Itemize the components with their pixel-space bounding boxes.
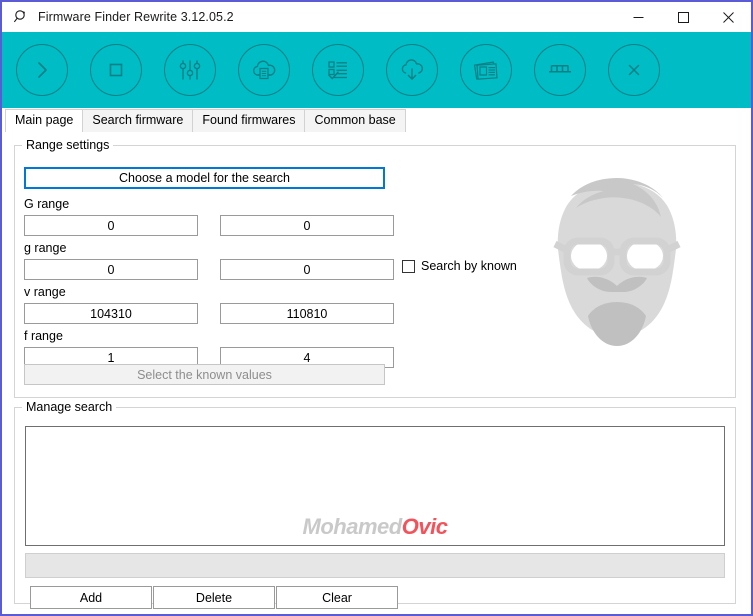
close-button[interactable] xyxy=(706,2,751,32)
add-button[interactable]: Add xyxy=(30,586,152,609)
minimize-icon xyxy=(633,16,644,18)
ruler-icon xyxy=(549,65,571,73)
v-range-label: v range xyxy=(24,285,66,299)
minimize-button[interactable] xyxy=(616,2,661,32)
range-settings-legend: Range settings xyxy=(26,138,110,152)
search-entry-input xyxy=(25,553,725,578)
download-button[interactable] xyxy=(386,44,438,96)
g-range-upper-from[interactable] xyxy=(24,215,198,236)
close-icon xyxy=(723,11,734,23)
tab-found-firmwares[interactable]: Found firmwares xyxy=(192,109,306,132)
maximize-button[interactable] xyxy=(661,2,706,32)
delete-button[interactable]: Delete xyxy=(153,586,275,609)
application-window: Firmware Finder Rewrite 3.12.05.2 Main p… xyxy=(0,0,753,616)
checklist-icon xyxy=(328,61,347,80)
tab-bar: Main page Search firmware Found firmware… xyxy=(2,108,751,132)
cloud-document-icon xyxy=(253,60,276,80)
clear-button[interactable]: Clear xyxy=(276,586,398,609)
tab-common-base[interactable]: Common base xyxy=(304,109,406,132)
maximize-icon xyxy=(678,11,689,23)
g-range-lower-label: g range xyxy=(24,241,67,255)
stop-button[interactable] xyxy=(90,44,142,96)
manage-search-legend: Manage search xyxy=(26,400,113,414)
title-bar: Firmware Finder Rewrite 3.12.05.2 xyxy=(2,0,751,32)
g-range-lower-to[interactable] xyxy=(220,259,394,280)
search-by-known-checkbox[interactable]: Search by known xyxy=(402,259,517,273)
ruler-button[interactable] xyxy=(534,44,586,96)
v-range-to[interactable] xyxy=(220,303,394,324)
window-title: Firmware Finder Rewrite 3.12.05.2 xyxy=(38,10,234,24)
tab-label: Found firmwares xyxy=(202,113,296,127)
search-list[interactable] xyxy=(25,426,725,546)
tab-label: Common base xyxy=(314,113,396,127)
exit-button[interactable] xyxy=(608,44,660,96)
tab-label: Main page xyxy=(15,113,74,127)
cloud-download-icon xyxy=(401,59,424,80)
f-range-label: f range xyxy=(24,329,63,343)
settings-sliders-button[interactable] xyxy=(164,44,216,96)
select-known-values-button[interactable]: Select the known values xyxy=(24,364,385,385)
sliders-icon xyxy=(179,60,201,80)
manage-search-group: Manage search Add Delete Clear MohamedOv… xyxy=(14,400,736,609)
v-range-from[interactable] xyxy=(24,303,198,324)
tab-label: Search firmware xyxy=(92,113,184,127)
stop-square-icon xyxy=(109,63,123,77)
cloud-document-button[interactable] xyxy=(238,44,290,96)
news-button[interactable] xyxy=(460,44,512,96)
search-by-known-label: Search by known xyxy=(421,259,517,273)
close-x-icon xyxy=(628,64,640,76)
newspaper-icon xyxy=(473,61,498,80)
g-range-lower-from[interactable] xyxy=(24,259,198,280)
range-settings-group: Range settings Choose a model for the se… xyxy=(14,138,736,398)
checkbox-box xyxy=(402,259,415,273)
main-page-content: Range settings Choose a model for the se… xyxy=(2,132,751,614)
checklist-button[interactable] xyxy=(312,44,364,96)
g-range-upper-label: G range xyxy=(24,197,70,211)
main-toolbar xyxy=(2,32,751,108)
magnifier-icon xyxy=(14,10,26,23)
start-search-button[interactable] xyxy=(16,44,68,96)
choose-model-button[interactable]: Choose a model for the search xyxy=(24,167,385,189)
chevron-right-icon xyxy=(38,62,47,78)
g-range-upper-to[interactable] xyxy=(220,215,394,236)
window-controls xyxy=(616,2,751,32)
tab-main-page[interactable]: Main page xyxy=(5,109,84,132)
tab-search-firmware[interactable]: Search firmware xyxy=(82,109,194,132)
